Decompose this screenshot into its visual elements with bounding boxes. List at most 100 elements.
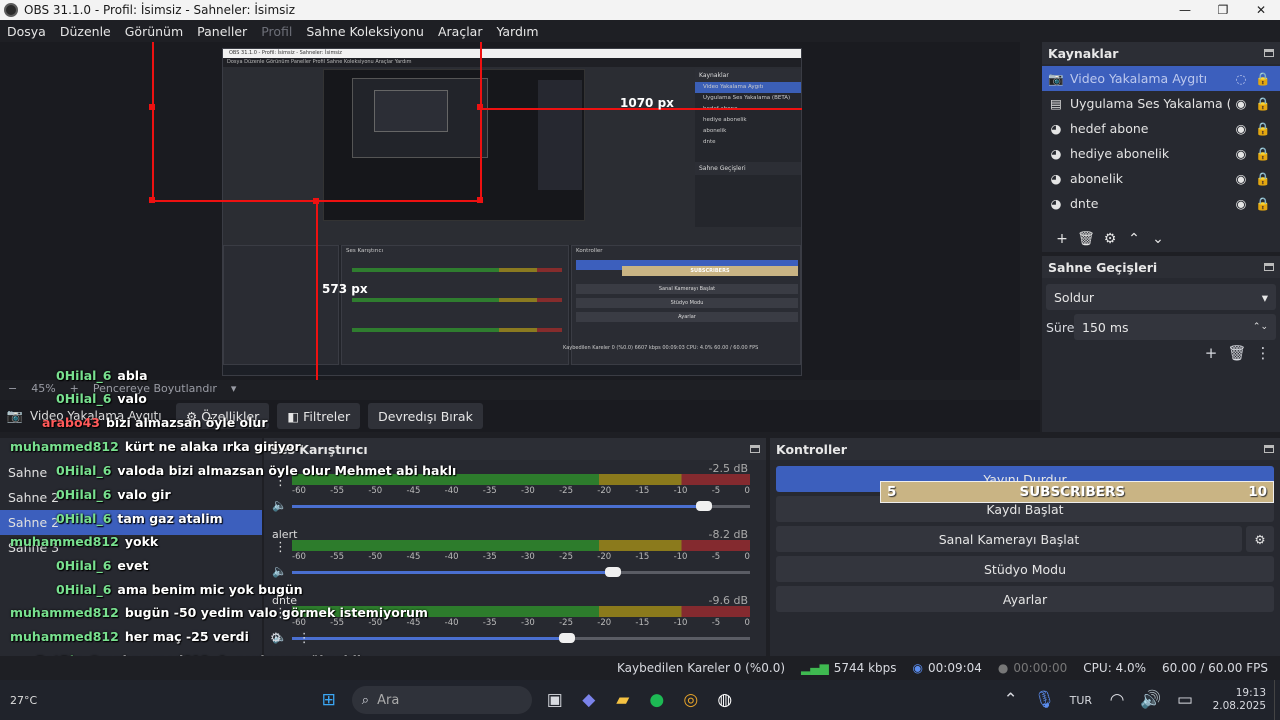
source-properties-button[interactable]: ⚙: [1098, 231, 1122, 247]
tray-chevron-icon[interactable]: ⌃: [994, 685, 1028, 715]
close-button[interactable]: ✕: [1242, 3, 1280, 17]
cpu-usage: CPU: 4.0%: [1083, 661, 1147, 675]
bitrate-value: 5744 kbps: [833, 661, 897, 675]
volume-slider-knob[interactable]: [696, 501, 713, 511]
menu-docks[interactable]: Paneller: [197, 24, 247, 39]
preview-canvas[interactable]: OBS 31.1.0 - Profil: İsimsiz - Sahneler:…: [222, 48, 802, 376]
settings-button[interactable]: Ayarlar: [776, 586, 1274, 612]
zoom-out-button[interactable]: −: [8, 382, 17, 395]
move-down-button[interactable]: ⌄: [1146, 231, 1170, 247]
speaker-icon[interactable]: 🔈: [272, 564, 287, 578]
window-titlebar: OBS 31.1.0 - Profil: İsimsiz - Sahneler:…: [0, 0, 1280, 20]
eye-icon[interactable]: ◉: [1230, 96, 1252, 111]
zoom-dropdown-caret[interactable]: ▾: [231, 382, 237, 395]
transform-handle[interactable]: [477, 104, 483, 110]
signal-bars-icon: ▂▄▆: [801, 661, 829, 675]
start-virtual-camera-button[interactable]: Sanal Kamerayı Başlat: [776, 526, 1242, 552]
eye-icon[interactable]: ◉: [1230, 196, 1252, 211]
menu-view[interactable]: Görünüm: [125, 24, 183, 39]
add-source-button[interactable]: +: [1050, 231, 1074, 247]
remove-source-button[interactable]: 🗑: [1074, 231, 1098, 247]
spin-arrows-icon[interactable]: ⌃⌄: [1253, 322, 1268, 332]
remove-transition-button[interactable]: 🗑: [1224, 344, 1250, 362]
volume-slider-knob[interactable]: [558, 633, 575, 643]
sources-dock: Kaynaklar 📷 Video Yakalama Aygıtı ◌ 🔒 ▤ …: [1042, 42, 1280, 252]
volume-icon[interactable]: 🔊: [1134, 685, 1168, 715]
speaker-icon[interactable]: 🔈: [272, 498, 287, 512]
search-placeholder: Ara: [377, 692, 400, 708]
channel-menu-icon[interactable]: ⋮: [274, 540, 287, 555]
status-bar: Kaybedilen Kareler 0 (%0.0) ▂▄▆ 5744 kbps…: [0, 656, 1280, 680]
wifi-icon[interactable]: ◠: [1100, 685, 1134, 715]
lock-icon[interactable]: 🔒: [1252, 146, 1274, 162]
battery-icon[interactable]: ▭: [1168, 685, 1202, 715]
eye-icon[interactable]: ◉: [1230, 121, 1252, 136]
preview-area[interactable]: OBS 31.1.0 - Profil: İsimsiz - Sahneler:…: [0, 42, 1020, 380]
source-item[interactable]: ◕ hedef abone ◉ 🔒: [1042, 116, 1280, 141]
lock-icon[interactable]: 🔒: [1252, 121, 1274, 137]
maximize-button[interactable]: ❐: [1204, 3, 1242, 17]
eye-icon[interactable]: ◉: [1230, 146, 1252, 161]
studio-mode-button[interactable]: Stüdyo Modu: [776, 556, 1274, 582]
source-item[interactable]: ◕ hediye abonelik ◉ 🔒: [1042, 141, 1280, 166]
menu-file[interactable]: Dosya: [7, 24, 46, 39]
preview-inner-source: Uygulama Ses Yakalama (BETA): [703, 95, 791, 101]
source-item[interactable]: ◕ abonelik ◉ 🔒: [1042, 166, 1280, 191]
menu-profile[interactable]: Profil: [261, 24, 292, 39]
keyboard-language[interactable]: TUR: [1070, 694, 1092, 707]
disable-button[interactable]: Devredışı Bırak: [368, 403, 483, 429]
mixer-menu-icon[interactable]: ⋮: [298, 631, 311, 646]
preview-inner-studio: Stüdyo Modu: [576, 298, 798, 308]
advanced-audio-icon[interactable]: ⚙: [270, 631, 282, 646]
menu-edit[interactable]: Düzenle: [60, 24, 111, 39]
obs-taskbar-icon[interactable]: ◍: [708, 685, 742, 715]
transform-handle[interactable]: [149, 104, 155, 110]
file-explorer-icon[interactable]: ▰: [606, 685, 640, 715]
dock-popout-icon[interactable]: [1264, 445, 1274, 453]
eye-icon[interactable]: ◉: [1230, 171, 1252, 186]
menu-scene-collection[interactable]: Sahne Koleksiyonu: [306, 24, 424, 39]
windows-start-icon[interactable]: ⊞: [312, 685, 346, 715]
source-item[interactable]: 📷 Video Yakalama Aygıtı ◌ 🔒: [1042, 66, 1280, 91]
source-name: Video Yakalama Aygıtı: [1070, 71, 1208, 86]
dock-popout-icon[interactable]: [750, 445, 760, 453]
transition-menu-button[interactable]: ⋮: [1250, 344, 1276, 362]
transition-select[interactable]: Soldur ▾: [1046, 284, 1276, 310]
lock-icon[interactable]: 🔒: [1252, 196, 1274, 212]
dock-popout-icon[interactable]: [1264, 49, 1274, 57]
menu-tools[interactable]: Araçlar: [438, 24, 483, 39]
show-desktop-button[interactable]: [1274, 680, 1280, 720]
volume-slider-knob[interactable]: [604, 567, 621, 577]
filters-button[interactable]: ◧ Filtreler: [277, 403, 361, 429]
chrome-icon[interactable]: ◎: [674, 685, 708, 715]
task-view-icon[interactable]: ▣: [538, 685, 572, 715]
hidden-eye-icon[interactable]: ◌: [1230, 71, 1252, 86]
duration-input[interactable]: 150 ms ⌃⌄: [1074, 314, 1276, 340]
source-item[interactable]: ▤ Uygulama Ses Yakalama (BETA) ◉ 🔒: [1042, 91, 1280, 116]
lock-icon[interactable]: 🔒: [1252, 71, 1274, 87]
virtual-camera-settings-icon[interactable]: ⚙: [1246, 526, 1274, 552]
transform-handle[interactable]: [477, 197, 483, 203]
weather-widget[interactable]: 27°C: [0, 694, 60, 707]
spotify-icon[interactable]: ●: [640, 685, 674, 715]
preview-inner-sources-dock: Kaynaklar Video Yakalama Aygıtı Uygulama…: [695, 69, 801, 227]
source-item[interactable]: ◕ dnte ◉ 🔒: [1042, 191, 1280, 216]
lock-icon[interactable]: 🔒: [1252, 171, 1274, 187]
teams-icon[interactable]: ◆: [572, 685, 606, 715]
zoom-level: 45%: [31, 381, 56, 395]
minimize-button[interactable]: —: [1166, 3, 1204, 17]
microphone-icon[interactable]: 🎙: [1028, 685, 1062, 715]
menu-help[interactable]: Yardım: [496, 24, 538, 39]
transform-handle[interactable]: [149, 197, 155, 203]
dropped-frames: Kaybedilen Kareler 0 (%0.0): [617, 661, 786, 675]
meter-tick-label: -60: [292, 486, 306, 496]
transform-handle[interactable]: [313, 198, 319, 204]
taskbar-search[interactable]: ⌕ Ara: [351, 686, 532, 714]
move-up-button[interactable]: ⌃: [1122, 231, 1146, 247]
lock-icon[interactable]: 🔒: [1252, 96, 1274, 112]
clock[interactable]: 19:13 2.08.2025: [1202, 687, 1266, 713]
preview-inner-menu: Dosya Düzenle Görünüm Paneller Profil Sa…: [223, 58, 801, 67]
dock-popout-icon[interactable]: [1264, 263, 1274, 271]
camera-icon: 📷: [1048, 70, 1064, 86]
add-transition-button[interactable]: +: [1198, 344, 1224, 362]
